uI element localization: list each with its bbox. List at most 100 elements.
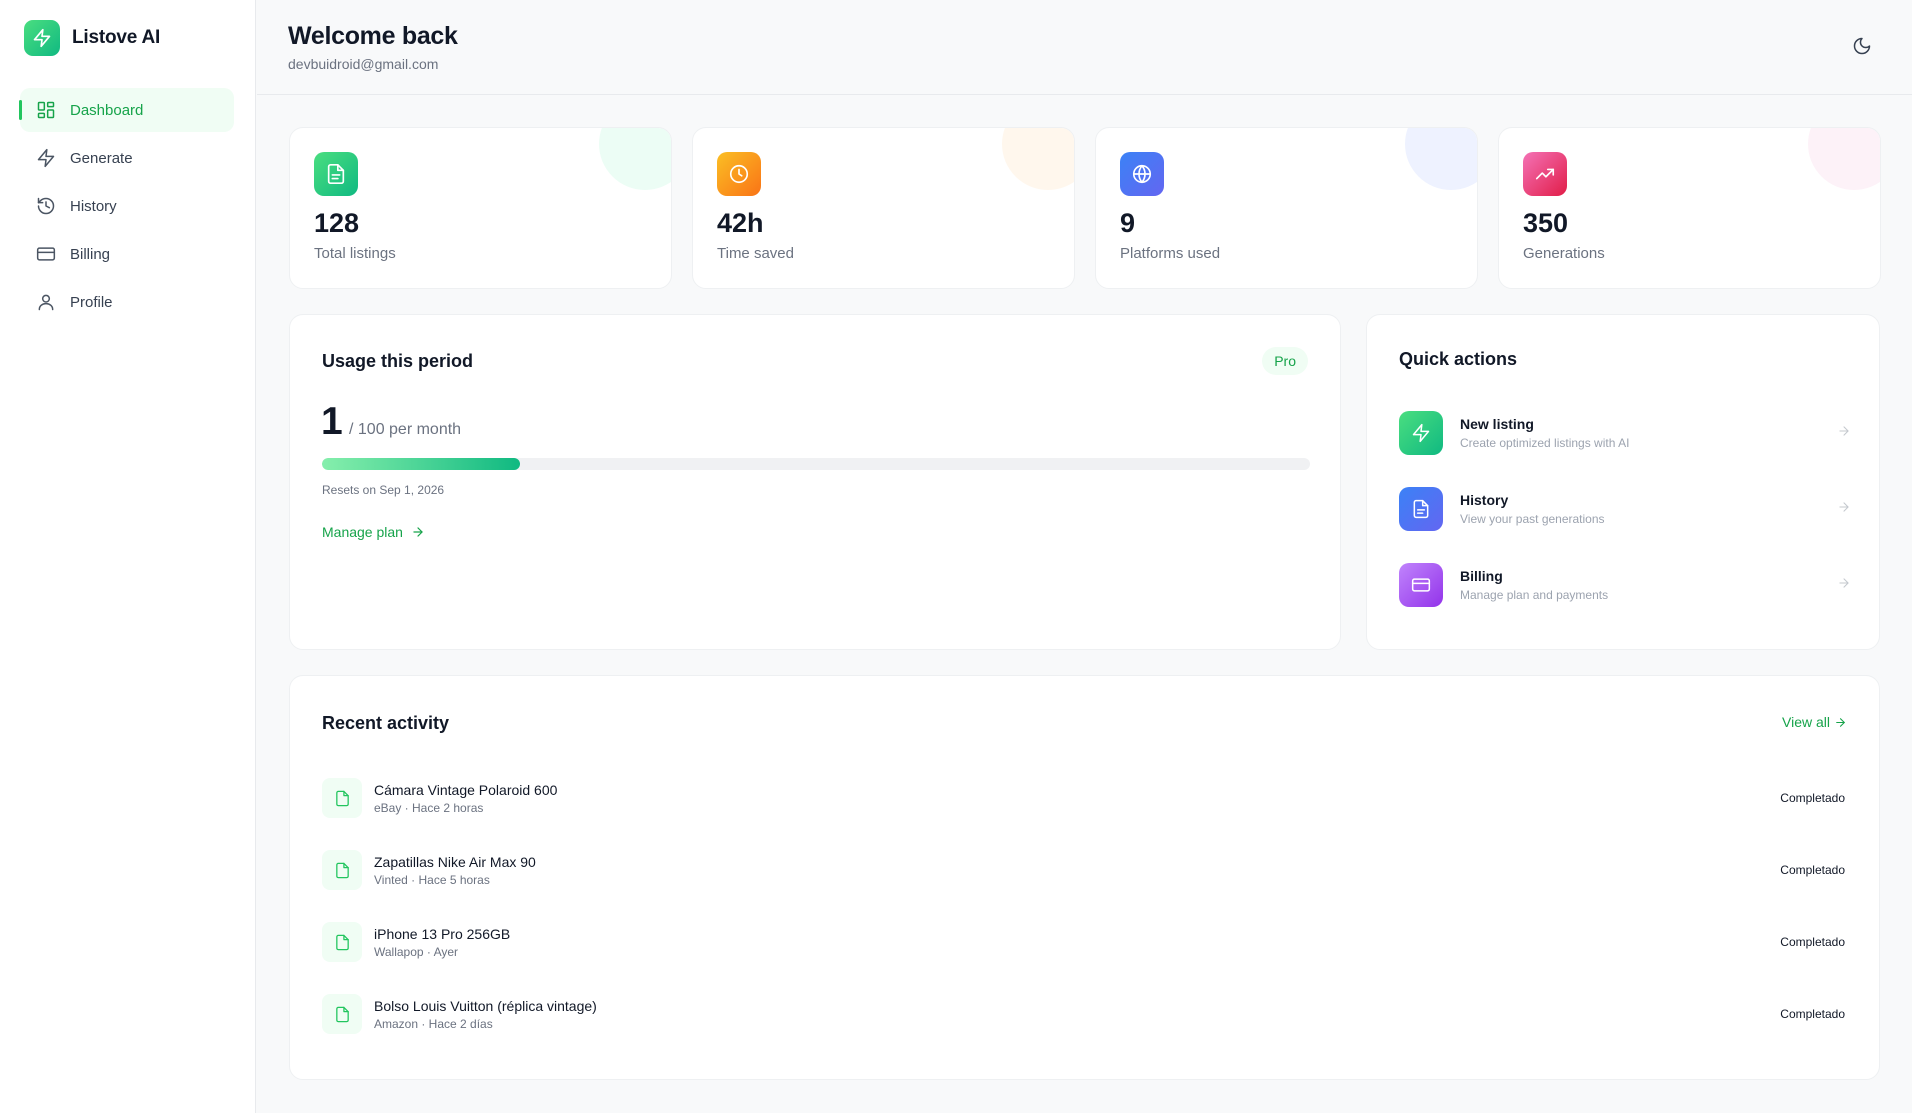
quick-action-icon-box	[1399, 411, 1443, 455]
list-item[interactable]: Bolso Louis Vuitton (réplica vintage) Am…	[322, 992, 1849, 1036]
quick-action-title: Billing	[1460, 568, 1503, 584]
activity-meta: eBay · Hace 2 horas	[374, 800, 484, 815]
plan-badge: Pro	[1262, 347, 1308, 375]
activity-name: Bolso Louis Vuitton (réplica vintage)	[374, 997, 597, 1014]
recent-activity-card: Recent activity View all Cámara Vintage …	[289, 675, 1880, 1080]
view-all-link[interactable]: View all	[1782, 714, 1847, 730]
stat-label: Generations	[1523, 245, 1605, 262]
manage-plan-label: Manage plan	[322, 524, 403, 540]
activity-meta: Vinted · Hace 5 horas	[374, 872, 490, 887]
usage-limit: / 100 per month	[349, 421, 462, 438]
zap-icon	[1412, 423, 1430, 443]
decorative-blob	[1405, 128, 1477, 190]
page-title: Welcome back	[288, 22, 458, 50]
file-icon	[335, 934, 349, 950]
user-icon	[38, 294, 54, 311]
quick-action-title: History	[1460, 492, 1509, 508]
sidebar-item-billing[interactable]: Billing	[20, 232, 234, 276]
quick-action-description: Manage plan and payments	[1460, 588, 1609, 602]
stat-value: 42h	[717, 208, 764, 238]
usage-count: 1	[321, 400, 343, 443]
quick-action-description: View your past generations	[1460, 512, 1605, 526]
arrow-right-icon	[413, 527, 423, 537]
quick-action-icon-box	[1399, 487, 1443, 531]
list-item[interactable]: Zapatillas Nike Air Max 90 Vinted · Hace…	[322, 848, 1849, 892]
sidebar-nav: Dashboard Generate History Billing Profi…	[19, 88, 234, 328]
stat-icon-box	[1120, 152, 1164, 196]
quick-action-billing[interactable]: Billing Manage plan and payments	[1399, 561, 1851, 609]
sidebar-item-label: History	[70, 197, 117, 215]
stat-card-platforms-used: 9 Platforms used	[1095, 127, 1478, 289]
stat-card-time-saved: 42h Time saved	[692, 127, 1075, 289]
stat-icon-box	[314, 152, 358, 196]
chevron-arrow-icon	[1837, 500, 1851, 519]
stat-label: Total listings	[314, 245, 396, 262]
stat-value: 9	[1120, 208, 1136, 238]
manage-plan-link[interactable]: Manage plan	[322, 524, 425, 540]
quick-action-icon-box	[1399, 563, 1443, 607]
quick-actions-card: Quick actions New listing Create optimiz…	[1366, 314, 1880, 650]
sidebar-item-label: Generate	[70, 149, 133, 167]
stat-icon-box	[717, 152, 761, 196]
sidebar-item-label: Billing	[70, 245, 111, 263]
sidebar: Listove AI Dashboard Generate History Bi…	[0, 0, 256, 1113]
history-icon	[37, 197, 55, 215]
chevron-arrow-icon	[1837, 424, 1851, 443]
activity-name: iPhone 13 Pro 256GB	[374, 925, 511, 942]
trending-up-icon	[1535, 168, 1555, 180]
quick-action-history[interactable]: History View your past generations	[1399, 485, 1851, 533]
activity-meta: Amazon · Hace 2 días	[374, 1016, 493, 1031]
view-all-label: View all	[1782, 714, 1830, 730]
usage-progress-fill	[322, 458, 520, 470]
file-icon	[335, 790, 349, 806]
decorative-blob	[1808, 128, 1880, 190]
theme-toggle-button[interactable]	[1852, 36, 1874, 58]
activity-meta: Wallapop · Ayer	[374, 944, 459, 959]
credit-card-icon	[36, 247, 56, 261]
sidebar-item-history[interactable]: History	[20, 184, 234, 228]
list-item[interactable]: Cámara Vintage Polaroid 600 eBay · Hace …	[322, 776, 1849, 820]
status-badge: Completado	[1780, 935, 1845, 949]
usage-card: Usage this period Pro 1 / 100 per month …	[289, 314, 1341, 650]
quick-actions-title: Quick actions	[1399, 349, 1518, 369]
status-badge: Completado	[1780, 863, 1845, 877]
file-text-icon	[1413, 499, 1429, 519]
stat-icon-box	[1523, 152, 1567, 196]
stat-card-total-listings: 128 Total listings	[289, 127, 672, 289]
sidebar-item-label: Profile	[70, 293, 113, 311]
file-text-icon	[327, 164, 345, 184]
stat-value: 128	[314, 208, 360, 238]
usage-progress-bar	[322, 458, 1310, 470]
file-icon-box	[322, 994, 362, 1034]
file-icon-box	[322, 850, 362, 890]
activity-name: Zapatillas Nike Air Max 90	[374, 853, 536, 870]
sidebar-item-dashboard[interactable]: Dashboard	[19, 88, 234, 132]
decorative-blob	[1002, 128, 1074, 190]
globe-icon	[1132, 164, 1152, 184]
dashboard-icon	[37, 101, 55, 119]
zap-icon	[37, 148, 55, 168]
moon-icon	[1853, 37, 1871, 55]
sidebar-item-profile[interactable]: Profile	[20, 280, 234, 324]
chevron-arrow-icon	[1837, 576, 1851, 595]
sidebar-item-generate[interactable]: Generate	[20, 136, 234, 180]
logo-zap-icon	[24, 20, 60, 56]
quick-action-description: Create optimized listings with AI	[1460, 436, 1630, 450]
status-badge: Completado	[1780, 1007, 1845, 1021]
user-email: devbuidroid@gmail.com	[288, 56, 439, 72]
list-item[interactable]: iPhone 13 Pro 256GB Wallapop · Ayer Comp…	[322, 920, 1849, 964]
stat-card-generations: 350 Generations	[1498, 127, 1881, 289]
file-icon-box	[322, 922, 362, 962]
file-icon-box	[322, 778, 362, 818]
file-icon	[335, 862, 349, 878]
stat-label: Time saved	[717, 245, 794, 262]
quick-action-new-listing[interactable]: New listing Create optimized listings wi…	[1399, 409, 1851, 457]
arrow-right-icon	[1836, 717, 1845, 727]
page-header: Welcome back devbuidroid@gmail.com	[257, 0, 1912, 95]
stat-value: 350	[1523, 208, 1569, 238]
credit-card-icon	[1411, 578, 1431, 592]
activity-name: Cámara Vintage Polaroid 600	[374, 781, 558, 798]
brand[interactable]: Listove AI	[24, 20, 160, 56]
file-icon	[335, 1006, 349, 1022]
stat-label: Platforms used	[1120, 245, 1221, 262]
